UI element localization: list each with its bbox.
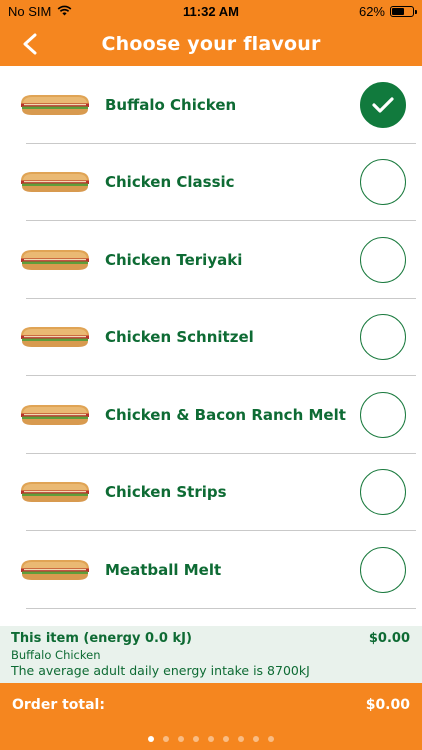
page-dot[interactable] — [193, 735, 199, 742]
flavour-item[interactable]: Meatball Melt — [0, 531, 422, 609]
page-dot[interactable] — [223, 735, 229, 742]
status-left: No SIM — [8, 4, 72, 19]
item-price: $0.00 — [368, 631, 410, 646]
flavour-item[interactable]: Chicken Classic — [0, 144, 422, 221]
status-bar: No SIM 11:32 AM 62% — [0, 0, 422, 22]
flavour-name: Chicken Schnitzel — [105, 328, 254, 347]
page-dot[interactable] — [148, 735, 154, 742]
flavour-name: Chicken Teriyaki — [105, 250, 243, 269]
chevron-left-icon — [23, 33, 37, 55]
page-dot[interactable] — [268, 735, 274, 742]
select-radio[interactable] — [360, 314, 406, 361]
select-radio[interactable] — [360, 236, 406, 283]
order-total-value: $0.00 — [365, 697, 410, 713]
flavour-name: Chicken Classic — [105, 173, 235, 192]
select-radio[interactable] — [360, 159, 406, 206]
flavour-list: Buffalo Chicken Chicken Classic Chicken … — [0, 66, 422, 609]
flavour-item[interactable]: Chicken & Bacon Ranch Melt — [0, 376, 422, 454]
flavour-name: Buffalo Chicken — [105, 95, 237, 114]
select-radio[interactable] — [360, 391, 406, 438]
page-dot[interactable] — [253, 735, 259, 742]
order-total-label: Order total: — [12, 697, 105, 713]
select-radio[interactable] — [360, 469, 406, 516]
carrier-label: No SIM — [8, 3, 52, 19]
sandwich-image — [18, 324, 92, 350]
nav-bar: Choose your flavour — [0, 22, 422, 66]
back-button[interactable] — [14, 28, 46, 60]
battery-icon — [390, 5, 417, 17]
flavour-item[interactable]: Chicken Schnitzel — [0, 299, 422, 376]
divider — [26, 607, 416, 609]
sandwich-image — [18, 479, 92, 505]
status-right: 62% — [358, 3, 417, 19]
battery-percent: 62% — [358, 3, 385, 19]
item-summary: This item (energy 0.0 kJ) $0.00 Buffalo … — [0, 626, 422, 683]
wifi-icon — [57, 4, 72, 19]
select-radio[interactable] — [360, 81, 406, 128]
page-dot[interactable] — [163, 735, 169, 742]
page-dot[interactable] — [238, 735, 244, 742]
checkmark-icon — [372, 97, 394, 113]
sandwich-image — [18, 402, 92, 428]
page-dot[interactable] — [208, 735, 214, 742]
sandwich-image — [18, 92, 92, 118]
energy-note: The average adult daily energy intake is… — [11, 663, 310, 678]
sandwich-image — [18, 247, 92, 273]
flavour-item[interactable]: Chicken Strips — [0, 454, 422, 531]
flavour-name: Chicken & Bacon Ranch Melt — [105, 405, 346, 424]
flavour-name: Meatball Melt — [105, 560, 222, 579]
sandwich-image — [18, 169, 92, 195]
page-title: Choose your flavour — [101, 33, 321, 55]
item-name: Buffalo Chicken — [11, 648, 101, 662]
sandwich-image — [18, 557, 92, 583]
select-radio[interactable] — [360, 546, 406, 593]
item-energy-label: This item (energy 0.0 kJ) — [11, 631, 192, 646]
page-dot[interactable] — [178, 735, 184, 742]
flavour-item[interactable]: Chicken Teriyaki — [0, 221, 422, 299]
order-total-bar[interactable]: Order total: $0.00 — [0, 683, 422, 727]
flavour-item[interactable]: Buffalo Chicken — [0, 66, 422, 144]
page-indicator — [0, 727, 422, 750]
flavour-name: Chicken Strips — [105, 483, 227, 502]
